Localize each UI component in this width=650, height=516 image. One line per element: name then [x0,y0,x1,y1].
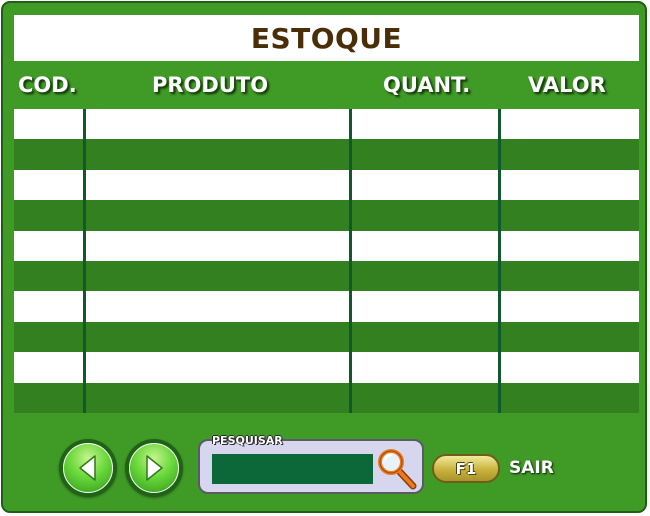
column-divider [498,109,501,413]
title-bar: ESTOQUE [14,15,639,61]
table-row[interactable] [14,261,639,292]
column-divider [83,109,86,413]
table-row[interactable] [14,230,639,261]
next-button-face [129,443,179,493]
magnifier-icon[interactable] [376,447,418,491]
table-row[interactable] [14,200,639,231]
exit-label[interactable]: SAIR [509,455,554,481]
table-row[interactable] [14,139,639,170]
stock-window: ESTOQUE COD. PRODUTO QUANT. VALOR PESQUI… [1,1,647,513]
previous-page-button[interactable] [59,439,117,497]
previous-button-face [63,443,113,493]
stock-table [14,109,639,413]
search-label: PESQUISAR [212,434,283,447]
table-row[interactable] [14,352,639,383]
arrow-left-icon [79,455,96,481]
table-row[interactable] [14,382,639,413]
column-header-code: COD. [18,73,77,97]
arrow-right-icon [146,455,163,481]
f1-key-button[interactable]: F1 [432,454,500,483]
column-header-value: VALOR [528,73,606,97]
column-header-quantity: QUANT. [383,73,471,97]
column-divider [349,109,352,413]
table-row[interactable] [14,321,639,353]
table-row[interactable] [14,291,639,322]
table-row[interactable] [14,169,639,201]
search-input[interactable] [212,454,373,484]
column-header-product: PRODUTO [152,73,269,97]
window-title: ESTOQUE [250,21,403,55]
next-page-button[interactable] [125,439,183,497]
search-panel: PESQUISAR [198,434,424,494]
table-row[interactable] [14,109,639,140]
